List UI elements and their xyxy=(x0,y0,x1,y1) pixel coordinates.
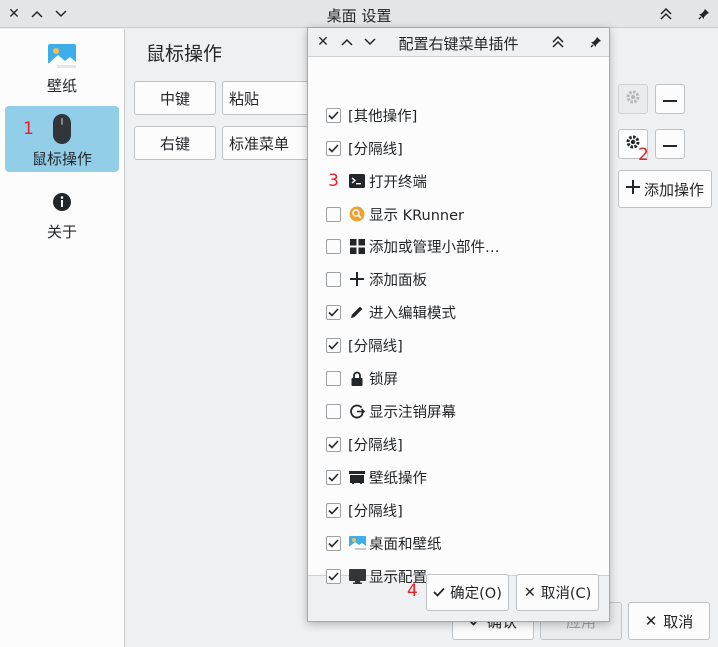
list-item-label: 壁纸操作 xyxy=(369,470,427,487)
krunner-icon xyxy=(348,205,366,223)
plus-icon xyxy=(625,180,640,198)
annotation-2: 2 xyxy=(638,145,649,165)
list-item-label: 显示注销屏幕 xyxy=(369,404,456,421)
display-icon xyxy=(348,567,366,585)
list-item[interactable]: 显示 KRunner xyxy=(326,202,596,226)
gear-icon xyxy=(625,89,641,109)
wallpaper-action-icon xyxy=(348,468,366,486)
list-item[interactable]: [其他操作] xyxy=(326,103,596,127)
annotation-4: 4 xyxy=(407,581,418,601)
close-icon: ✕ xyxy=(644,612,658,630)
desktop-wallpaper-icon xyxy=(348,534,366,552)
terminal-icon xyxy=(348,172,366,190)
mouse-button-middle[interactable]: 中键 xyxy=(134,81,216,115)
checkbox[interactable] xyxy=(326,337,341,353)
checkbox[interactable] xyxy=(326,370,341,386)
list-item-label: 显示 KRunner xyxy=(369,207,464,224)
dialog-titlebar: ✕ 配置右键菜单插件 xyxy=(308,28,609,56)
minus-icon xyxy=(662,91,678,107)
sidebar-item-label: 壁纸 xyxy=(46,77,77,95)
dialog-ok-button[interactable]: 确定(O) xyxy=(426,574,509,611)
keep-above-icon[interactable] xyxy=(548,32,568,52)
minus-icon xyxy=(662,136,678,152)
info-icon xyxy=(5,187,119,217)
list-item[interactable]: 添加或管理小部件… xyxy=(326,234,596,258)
checkbox[interactable] xyxy=(326,436,341,452)
sidebar-item-mouse-actions[interactable]: 鼠标操作 xyxy=(5,106,119,172)
pin-icon[interactable] xyxy=(586,32,606,52)
configure-middle-button[interactable] xyxy=(618,84,648,114)
cancel-button[interactable]: ✕ 取消 xyxy=(628,602,710,640)
checkbox[interactable] xyxy=(326,403,341,419)
remove-middle-button[interactable] xyxy=(655,84,685,114)
list-item-label: 打开终端 xyxy=(369,174,427,191)
list-item-label: [其他操作] xyxy=(348,108,418,125)
list-item[interactable]: [分隔线] xyxy=(326,333,596,357)
mouse-button-right[interactable]: 右键 xyxy=(134,126,216,160)
window-titlebar: ✕ 桌面 设置 xyxy=(0,0,718,28)
keep-above-icon[interactable] xyxy=(656,4,676,24)
logout-icon xyxy=(348,402,366,420)
list-item-label: 添加或管理小部件… xyxy=(369,239,500,256)
annotation-3: 3 xyxy=(328,171,339,191)
lock-icon xyxy=(348,369,366,387)
sidebar-item-about[interactable]: 关于 xyxy=(5,179,119,245)
list-item[interactable]: 显示注销屏幕 xyxy=(326,399,596,423)
list-item-label: 添加面板 xyxy=(369,272,427,289)
list-item-label: 桌面和壁纸 xyxy=(369,536,442,553)
list-item[interactable]: 添加面板 xyxy=(326,267,596,291)
list-item-label: 进入编辑模式 xyxy=(369,305,456,322)
list-item[interactable]: 桌面和壁纸 xyxy=(326,531,596,555)
list-item-label: [分隔线] xyxy=(348,141,403,158)
plugin-list: [其他操作] [分隔线] 3 打开终端 显示 KRunner 添加或管理小部件…… xyxy=(308,56,609,586)
checkbox[interactable] xyxy=(326,469,341,485)
list-item-label: 显示配置 xyxy=(369,569,427,586)
sidebar-item-label: 关于 xyxy=(46,223,77,241)
list-item[interactable]: [分隔线] xyxy=(326,136,596,160)
list-item[interactable]: 锁屏 xyxy=(326,366,596,390)
window-title: 桌面 设置 xyxy=(326,7,392,25)
list-item[interactable]: [分隔线] xyxy=(326,432,596,456)
checkbox[interactable] xyxy=(326,535,341,551)
list-item-label: [分隔线] xyxy=(348,338,403,355)
pin-icon[interactable] xyxy=(694,4,714,24)
list-item[interactable]: 3 打开终端 xyxy=(326,169,596,193)
remove-right-button[interactable] xyxy=(655,129,685,159)
checkbox[interactable] xyxy=(326,140,341,156)
checkbox[interactable] xyxy=(326,502,341,518)
wallpaper-icon xyxy=(5,41,119,71)
add-action-label: 添加操作 xyxy=(643,180,704,199)
dialog-ok-label: 确定(O) xyxy=(450,586,502,602)
list-item[interactable]: [分隔线] xyxy=(326,498,596,522)
list-item-label: 锁屏 xyxy=(369,371,398,388)
checkbox[interactable] xyxy=(326,304,341,320)
checkbox[interactable] xyxy=(326,238,341,254)
configure-context-menu-dialog: ✕ 配置右键菜单插件 [其他操作] [分隔线] 3 打开终端 显示 KRunne… xyxy=(307,27,610,622)
plus-icon xyxy=(348,270,366,288)
annotation-1: 1 xyxy=(23,119,34,139)
check-icon xyxy=(433,585,445,601)
dialog-cancel-label: 取消(C) xyxy=(540,586,592,602)
dialog-cancel-button[interactable]: ✕ 取消(C) xyxy=(516,574,599,611)
sidebar-item-label: 鼠标操作 xyxy=(31,150,92,168)
checkbox[interactable] xyxy=(326,568,341,584)
list-item[interactable]: 进入编辑模式 xyxy=(326,300,596,324)
list-item[interactable]: 壁纸操作 xyxy=(326,465,596,489)
sidebar-item-wallpaper[interactable]: 壁纸 xyxy=(5,33,119,99)
checkbox[interactable] xyxy=(326,271,341,287)
close-icon: ✕ xyxy=(523,584,536,601)
add-action-button[interactable]: 添加操作 xyxy=(618,170,712,208)
list-item-label: [分隔线] xyxy=(348,503,403,520)
widgets-icon xyxy=(348,237,366,255)
page-title: 鼠标操作 xyxy=(146,43,223,65)
sidebar: 壁纸 鼠标操作 关于 xyxy=(0,29,125,647)
checkbox[interactable] xyxy=(326,107,341,123)
pencil-icon xyxy=(348,303,366,321)
cancel-label: 取消 xyxy=(663,612,694,631)
checkbox[interactable] xyxy=(326,206,341,222)
list-item-label: [分隔线] xyxy=(348,437,403,454)
